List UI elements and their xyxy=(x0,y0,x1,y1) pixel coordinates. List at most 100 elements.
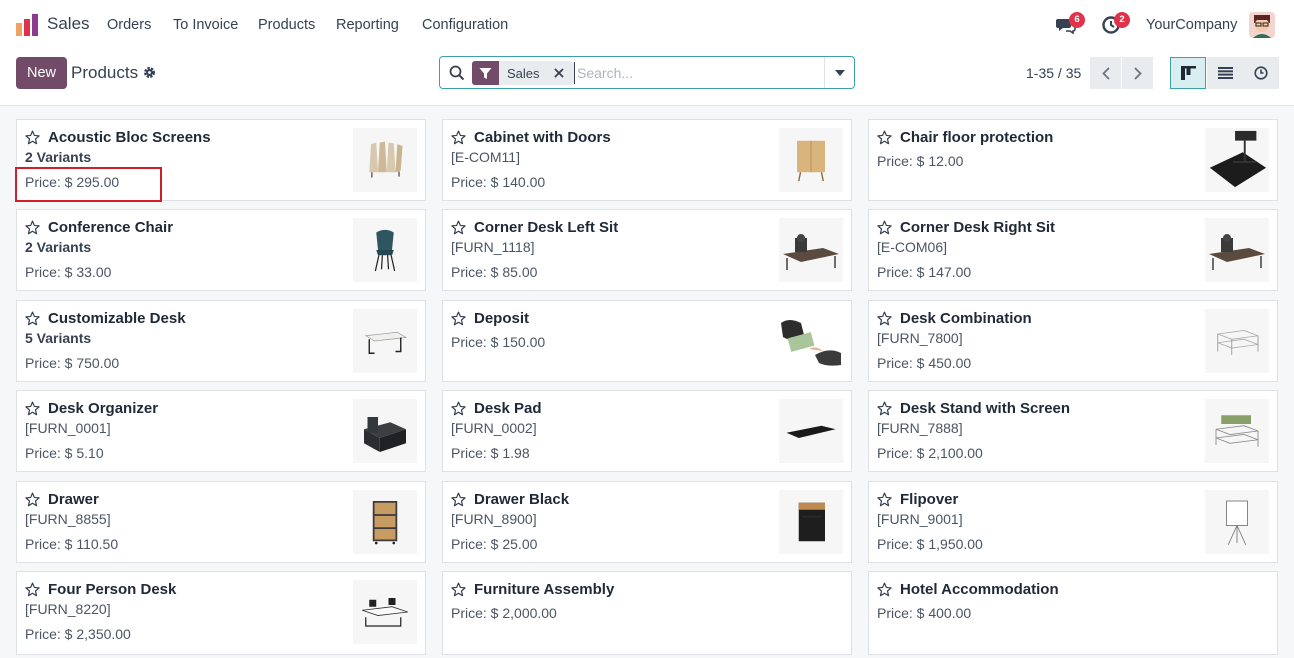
product-variants-count: 5 Variants xyxy=(25,330,92,346)
product-image xyxy=(353,490,417,554)
product-reference: [E-COM11] xyxy=(451,149,520,165)
favorite-star-icon[interactable] xyxy=(877,130,892,145)
product-card[interactable]: Desk Organizer [FURN_0001] Price: $ 5.10 xyxy=(16,390,426,472)
menu-to-invoice[interactable]: To Invoice xyxy=(173,17,238,33)
favorite-star-icon[interactable] xyxy=(451,492,466,507)
pager-next-button[interactable] xyxy=(1122,57,1153,89)
favorite-star-icon[interactable] xyxy=(25,401,40,416)
product-price: Price: $ 140.00 xyxy=(451,174,546,190)
pager-previous-button[interactable] xyxy=(1090,57,1121,89)
product-name: Flipover xyxy=(900,491,959,508)
favorite-star-icon[interactable] xyxy=(25,311,40,326)
list-view-button[interactable] xyxy=(1207,57,1243,89)
search-input[interactable] xyxy=(574,62,824,84)
kanban-view-button[interactable] xyxy=(1170,57,1206,89)
company-switcher[interactable]: YourCompany xyxy=(1146,17,1237,33)
product-image xyxy=(1205,399,1269,463)
product-card[interactable]: Cabinet with Doors [E-COM11] Price: $ 140.… xyxy=(442,119,852,201)
favorite-star-icon[interactable] xyxy=(25,582,40,597)
favorite-star-icon[interactable] xyxy=(877,220,892,235)
app-name[interactable]: Sales xyxy=(47,14,90,34)
menu-products[interactable]: Products xyxy=(258,17,315,33)
kanban-icon xyxy=(1180,66,1196,80)
product-image xyxy=(353,399,417,463)
favorite-star-icon[interactable] xyxy=(25,492,40,507)
product-card[interactable]: Hotel Accommodation Price: $ 400.00 xyxy=(868,571,1278,655)
annotation-highlight-box xyxy=(15,167,162,202)
favorite-star-icon[interactable] xyxy=(451,311,466,326)
product-variants-count: 2 Variants xyxy=(25,149,92,165)
favorite-star-icon[interactable] xyxy=(877,582,892,597)
favorite-star-icon[interactable] xyxy=(451,220,466,235)
filter-icon xyxy=(472,61,499,85)
favorite-star-icon[interactable] xyxy=(877,492,892,507)
product-price: Price: $ 33.00 xyxy=(25,264,112,280)
favorite-star-icon[interactable] xyxy=(25,130,40,145)
product-price: Price: $ 150.00 xyxy=(451,334,546,350)
product-card[interactable]: Desk Stand with Screen [FURN_7888] Price: … xyxy=(868,390,1278,472)
product-name: Desk Stand with Screen xyxy=(900,400,1071,417)
product-card[interactable]: Customizable Desk 5 Variants Price: $ 750.… xyxy=(16,300,426,382)
product-image xyxy=(779,399,843,463)
product-name: Hotel Accommodation xyxy=(900,581,1059,598)
product-name: Drawer Black xyxy=(474,491,570,508)
menu-configuration[interactable]: Configuration xyxy=(422,17,508,33)
favorite-star-icon[interactable] xyxy=(877,401,892,416)
gear-icon[interactable] xyxy=(143,66,156,79)
product-card[interactable]: Four Person Desk [FURN_8220] Price: $ 2,35… xyxy=(16,571,426,655)
favorite-star-icon[interactable] xyxy=(451,130,466,145)
search-options-toggle[interactable] xyxy=(824,57,854,88)
close-icon[interactable] xyxy=(550,61,568,85)
favorite-star-icon[interactable] xyxy=(451,401,466,416)
product-image xyxy=(779,490,843,554)
top-navbar: Sales Orders To Invoice Products Reporti… xyxy=(0,0,1294,52)
product-card[interactable]: Drawer Black [FURN_8900] Price: $ 25.00 xyxy=(442,481,852,563)
menu-orders[interactable]: Orders xyxy=(107,17,151,33)
page-title: Products xyxy=(71,63,139,82)
product-card[interactable]: Flipover [FURN_9001] Price: $ 1,950.00 xyxy=(868,481,1278,563)
product-name: Deposit xyxy=(474,310,530,327)
product-price: Price: $ 5.10 xyxy=(25,445,104,461)
product-card[interactable]: Desk Combination [FURN_7800] Price: $ 450.… xyxy=(868,300,1278,382)
list-icon xyxy=(1217,67,1233,79)
product-price: Price: $ 2,000.00 xyxy=(451,605,557,621)
new-button[interactable]: New xyxy=(16,57,67,89)
search-facet: Sales xyxy=(472,61,574,85)
product-card[interactable]: Deposit Price: $ 150.00 xyxy=(442,300,852,382)
sales-app-icon[interactable] xyxy=(16,14,38,36)
product-price: Price: $ 12.00 xyxy=(877,153,964,169)
clock-icon xyxy=(1254,66,1268,80)
product-name: Cabinet with Doors xyxy=(474,129,611,146)
product-card[interactable]: Furniture Assembly Price: $ 2,000.00 xyxy=(442,571,852,655)
product-card[interactable]: Corner Desk Left Sit [FURN_1118] Price: $ … xyxy=(442,209,852,291)
product-name: Chair floor protection xyxy=(900,129,1054,146)
pager-value[interactable]: 1-35 / 35 xyxy=(1026,65,1081,81)
product-card[interactable]: Chair floor protection Price: $ 12.00 xyxy=(868,119,1278,201)
product-reference: [E-COM06] xyxy=(877,239,948,255)
product-reference: [FURN_0002] xyxy=(451,420,537,436)
product-reference: [FURN_9001] xyxy=(877,511,963,527)
activity-view-button[interactable] xyxy=(1243,57,1279,89)
product-image xyxy=(779,309,843,373)
user-avatar[interactable] xyxy=(1249,12,1275,38)
favorite-star-icon[interactable] xyxy=(877,311,892,326)
product-price: Price: $ 1,950.00 xyxy=(877,536,983,552)
product-price: Price: $ 147.00 xyxy=(877,264,972,280)
product-card[interactable]: Desk Pad [FURN_0002] Price: $ 1.98 xyxy=(442,390,852,472)
chevron-left-icon xyxy=(1101,66,1110,80)
product-image xyxy=(779,218,843,282)
product-reference: [FURN_7800] xyxy=(877,330,963,346)
favorite-star-icon[interactable] xyxy=(451,582,466,597)
product-name: Furniture Assembly xyxy=(474,581,615,598)
product-card[interactable]: Drawer [FURN_8855] Price: $ 110.50 xyxy=(16,481,426,563)
product-reference: [FURN_7888] xyxy=(877,420,963,436)
favorite-star-icon[interactable] xyxy=(25,220,40,235)
search-icon[interactable] xyxy=(449,65,465,81)
product-card[interactable]: Conference Chair 2 Variants Price: $ 33.00 xyxy=(16,209,426,291)
product-name: Customizable Desk xyxy=(48,310,186,327)
search-bar[interactable]: Sales xyxy=(439,56,855,89)
menu-reporting[interactable]: Reporting xyxy=(336,17,399,33)
product-price: Price: $ 450.00 xyxy=(877,355,972,371)
product-price: Price: $ 110.50 xyxy=(25,536,119,552)
product-card[interactable]: Corner Desk Right Sit [E-COM06] Price: $ 1… xyxy=(868,209,1278,291)
